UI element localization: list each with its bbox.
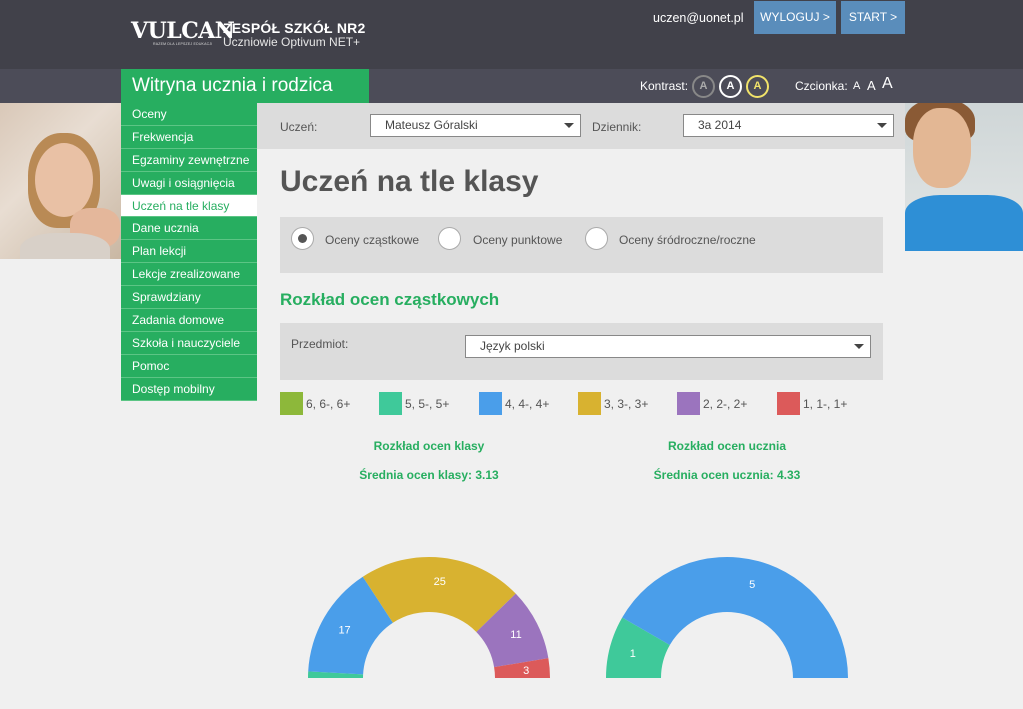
- chart-data-label-2: 17: [338, 624, 350, 636]
- user-email[interactable]: uczen@uonet.pl: [653, 11, 744, 25]
- font-medium-button[interactable]: A: [867, 78, 876, 93]
- radio-oceny-czastkowe[interactable]: [291, 227, 314, 250]
- contrast-default-button[interactable]: A: [692, 75, 715, 98]
- sidebar-item-egzaminy[interactable]: Egzaminy zewnętrzne: [121, 148, 257, 172]
- radio-selected-dot: [298, 234, 307, 243]
- logo-text: VULCAN: [131, 18, 235, 44]
- student-average: Średnia ocen ucznia: 4.33: [653, 468, 801, 482]
- chart-data-label-3: 25: [434, 576, 446, 588]
- sidebar-item-dane-ucznia[interactable]: Dane ucznia: [121, 217, 257, 241]
- radio-label-oceny-czastkowe[interactable]: Oceny cząstkowe: [325, 233, 419, 247]
- chevron-down-icon: [854, 344, 864, 349]
- journal-label: Dziennik:: [592, 120, 642, 134]
- radio-oceny-srodroczne[interactable]: [585, 227, 608, 250]
- portal-title: Witryna ucznia i rodzica: [121, 69, 369, 103]
- section-title: Rozkład ocen cząstkowych: [280, 290, 500, 309]
- chevron-down-icon: [877, 123, 887, 128]
- school-info: ZESPÓŁ SZKÓŁ NR2 Uczniowie Optivum NET+: [223, 20, 365, 49]
- chart-data-label-4: 11: [510, 629, 521, 641]
- legend-label: 2, 2-, 2+: [703, 397, 748, 411]
- sidebar-item-uczen-na-tle-klasy[interactable]: Uczeń na tle klasy: [121, 194, 257, 218]
- class-grade-chart: 17 25 11 3: [308, 557, 550, 678]
- journal-select-value: 3a 2014: [698, 118, 742, 132]
- chart-data-label-2: 5: [749, 579, 755, 591]
- sidebar-item-frekwencja[interactable]: Frekwencja: [121, 125, 257, 149]
- sidebar-item-zadania-domowe[interactable]: Zadania domowe: [121, 309, 257, 332]
- sidebar-item-sprawdziany[interactable]: Sprawdziany: [121, 286, 257, 310]
- student-boy-photo: [905, 103, 1023, 251]
- legend-swatch: [280, 392, 303, 415]
- sidebar-nav: Oceny Frekwencja Egzaminy zewnętrzne Uwa…: [121, 103, 257, 401]
- radio-oceny-punktowe[interactable]: [438, 227, 461, 250]
- legend-label: 1, 1-, 1+: [803, 397, 848, 411]
- class-chart-title: Rozkład ocen klasy: [373, 439, 485, 453]
- sidebar-item-szkola[interactable]: Szkoła i nauczyciele: [121, 331, 257, 355]
- student-chart-title: Rozkład ocen ucznia: [667, 439, 787, 453]
- vulcan-logo[interactable]: VULCAN RAZEM DLA LEPSZEJ EDUKACJI: [131, 18, 235, 46]
- contrast-white-button[interactable]: A: [719, 75, 742, 98]
- legend-swatch: [578, 392, 601, 415]
- subject-select[interactable]: Język polski: [465, 335, 871, 358]
- subject-label: Przedmiot:: [291, 337, 349, 351]
- filter-bar: Uczeń: Mateusz Góralski Dziennik: 3a 201…: [257, 103, 905, 149]
- student-select-value: Mateusz Góralski: [385, 118, 478, 132]
- main-content: Uczeń: Mateusz Góralski Dziennik: 3a 201…: [257, 103, 905, 709]
- legend-label: 6, 6-, 6+: [306, 397, 351, 411]
- legend-label: 5, 5-, 5+: [405, 397, 450, 411]
- student-grade-chart: 15: [606, 557, 848, 678]
- radio-label-oceny-srodroczne[interactable]: Oceny śródroczne/roczne: [619, 233, 756, 247]
- sidebar-item-dostep-mobilny[interactable]: Dostęp mobilny: [121, 377, 257, 401]
- student-select[interactable]: Mateusz Góralski: [370, 114, 581, 137]
- subject-select-value: Język polski: [480, 339, 545, 353]
- legend-label: 3, 3-, 3+: [604, 397, 649, 411]
- legend-swatch: [479, 392, 502, 415]
- student-girl-photo: [0, 103, 121, 259]
- grade-type-selector: Oceny cząstkowe Oceny punktowe Oceny śró…: [280, 217, 883, 273]
- page-title: Uczeń na tle klasy: [280, 165, 539, 198]
- legend-swatch: [677, 392, 700, 415]
- sidebar-item-uwagi[interactable]: Uwagi i osiągnięcia: [121, 171, 257, 195]
- sidebar-item-lekcje-zrealizowane[interactable]: Lekcje zrealizowane: [121, 263, 257, 287]
- legend-swatch: [379, 392, 402, 415]
- school-name: ZESPÓŁ SZKÓŁ NR2: [223, 20, 366, 36]
- font-small-button[interactable]: A: [853, 80, 860, 92]
- sidebar-item-oceny[interactable]: Oceny: [121, 103, 257, 126]
- logo-tagline: RAZEM DLA LEPSZEJ EDUKACJI: [153, 42, 213, 46]
- subject-filter-bar: Przedmiot: Język polski: [280, 323, 883, 380]
- class-average: Średnia ocen klasy: 3.13: [359, 468, 499, 482]
- chart-data-label-1: 1: [630, 648, 636, 660]
- student-label: Uczeń:: [280, 120, 318, 134]
- chevron-down-icon: [564, 123, 574, 128]
- sidebar-item-plan-lekcji[interactable]: Plan lekcji: [121, 240, 257, 264]
- font-size-label: Czcionka:: [795, 79, 848, 93]
- contrast-yellow-button[interactable]: A: [746, 75, 769, 98]
- start-button[interactable]: START >: [841, 1, 905, 34]
- radio-label-oceny-punktowe[interactable]: Oceny punktowe: [473, 233, 562, 247]
- legend-swatch: [777, 392, 800, 415]
- journal-select[interactable]: 3a 2014: [683, 114, 894, 137]
- app-name: Uczniowie Optivum NET+: [223, 35, 361, 49]
- chart-data-label-5: 3: [523, 665, 529, 677]
- sidebar-item-pomoc[interactable]: Pomoc: [121, 354, 257, 378]
- legend-label: 4, 4-, 4+: [505, 397, 550, 411]
- logout-button[interactable]: WYLOGUJ >: [754, 1, 836, 34]
- contrast-label: Kontrast:: [640, 79, 689, 93]
- font-large-button[interactable]: A: [882, 75, 893, 93]
